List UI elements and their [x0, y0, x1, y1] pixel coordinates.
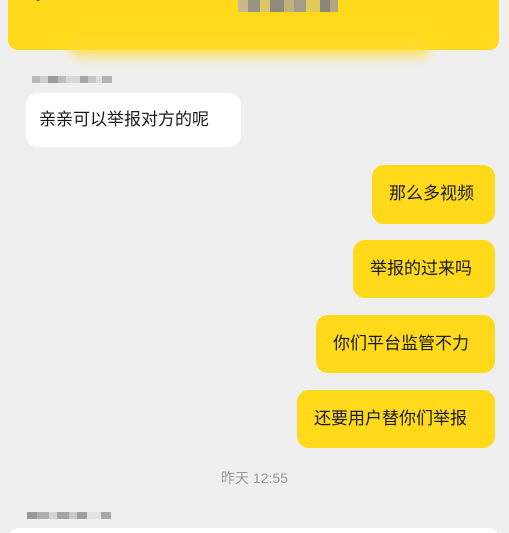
outgoing-message-bubble[interactable]: 举报的过来吗: [353, 240, 495, 298]
outgoing-message-bubble[interactable]: 你们平台监管不力: [316, 315, 495, 373]
message-text: 那么多视频: [389, 184, 474, 204]
back-button[interactable]: [30, 0, 58, 14]
message-text: 你们平台监管不力: [333, 334, 469, 354]
outgoing-message-bubble[interactable]: 那么多视频: [372, 165, 495, 224]
sender-name-obscured: [27, 512, 111, 519]
incoming-message-bubble[interactable]: 亲亲可以举报对方的呢: [26, 93, 241, 147]
chat-screen: 亲亲可以举报对方的呢 那么多视频 举报的过来吗 你们平台监管不力 还要用户替你们…: [0, 0, 509, 533]
message-text: 举报的过来吗: [370, 259, 472, 279]
next-message-bubble[interactable]: [8, 528, 499, 533]
header-shadow: [70, 40, 430, 56]
message-timestamp: 昨天 12:55: [221, 470, 288, 486]
chevron-left-icon: [36, 0, 40, 2]
message-text: 还要用户替你们举报: [314, 409, 467, 429]
sender-name-obscured: [32, 76, 112, 83]
outgoing-message-bubble[interactable]: 还要用户替你们举报: [297, 390, 495, 448]
chat-title-obscured: [238, 0, 348, 14]
message-text: 亲亲可以举报对方的呢: [39, 110, 209, 130]
